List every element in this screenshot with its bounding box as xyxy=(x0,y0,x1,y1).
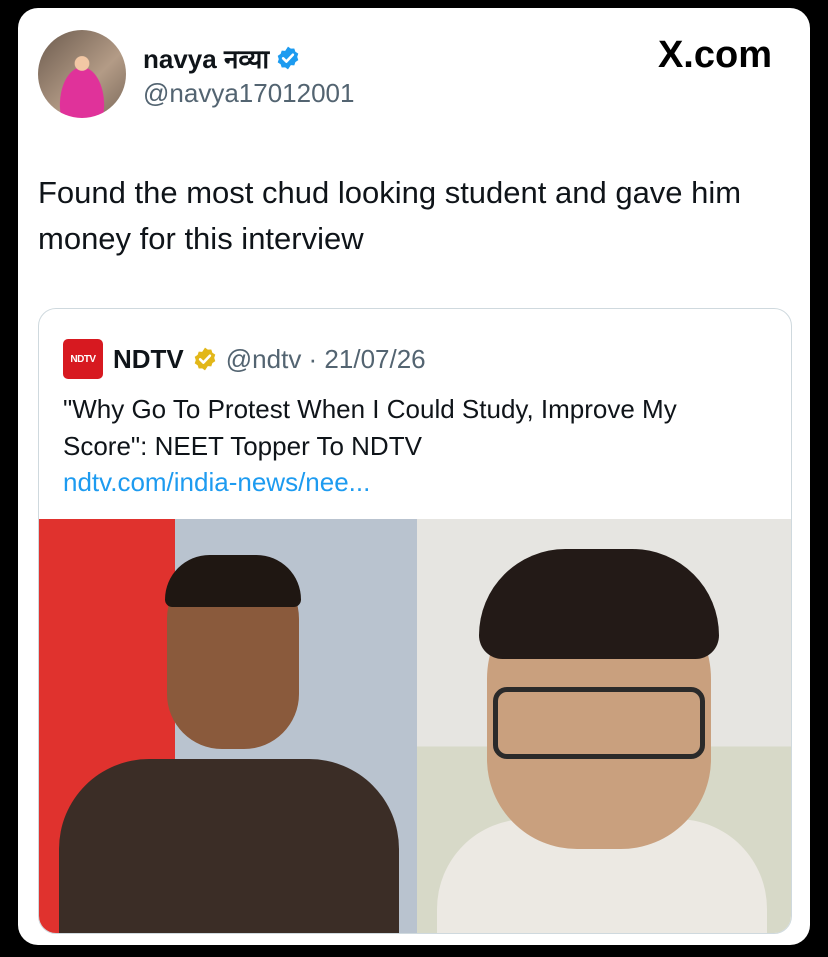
quoted-handle-date: @ndtv · 21/07/26 xyxy=(225,343,426,374)
anchor-video-frame xyxy=(39,519,417,933)
quoted-link[interactable]: ndtv.com/india-news/nee... xyxy=(63,467,370,498)
student-glasses xyxy=(493,687,705,759)
author-handle[interactable]: @navya17012001 xyxy=(143,78,354,109)
quoted-media[interactable] xyxy=(39,519,791,933)
anchor-hair xyxy=(165,555,301,607)
quoted-post-header: NDTV NDTV @ndtv · 21/07/26 xyxy=(63,339,426,379)
gold-verified-badge-icon xyxy=(194,347,216,371)
post-card: navya नव्या @navya17012001 X.com Found t… xyxy=(18,8,810,945)
student-hair xyxy=(479,549,719,659)
author-avatar[interactable] xyxy=(38,30,126,118)
quoted-text: "Why Go To Protest When I Could Study, I… xyxy=(63,394,677,461)
author-name[interactable]: navya नव्या xyxy=(143,40,269,76)
x-brand-label: X.com xyxy=(657,34,772,76)
author-name-row: navya नव्या xyxy=(143,40,301,76)
tweet-text: Found the most chud looking student and … xyxy=(38,175,742,256)
quoted-author-name[interactable]: NDTV xyxy=(113,344,184,375)
anchor-jacket xyxy=(59,759,399,933)
student-video-frame xyxy=(417,519,791,933)
quoted-post[interactable]: NDTV NDTV @ndtv · 21/07/26 "Why Go To Pr… xyxy=(38,308,792,934)
verified-badge-icon xyxy=(277,46,299,70)
ndtv-logo[interactable]: NDTV xyxy=(63,339,103,379)
